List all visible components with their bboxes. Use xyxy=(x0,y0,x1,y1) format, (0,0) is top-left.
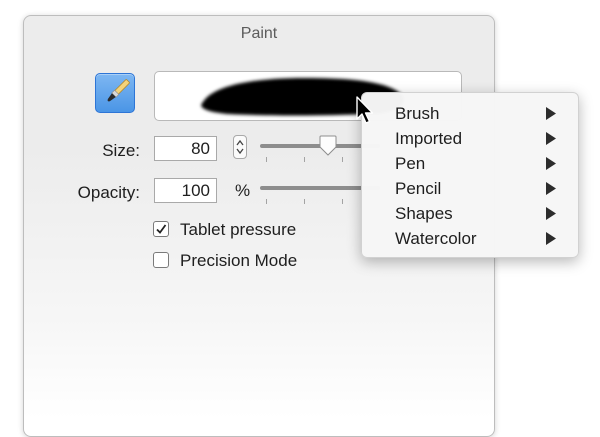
opacity-field[interactable]: 100 xyxy=(154,178,217,203)
menu-item-pencil[interactable]: Pencil xyxy=(362,176,578,201)
tablet-pressure-checkbox[interactable] xyxy=(153,221,169,237)
triangle-right-icon xyxy=(546,207,556,220)
precision-mode-label: Precision Mode xyxy=(180,251,298,270)
tablet-pressure-label: Tablet pressure xyxy=(180,220,297,239)
size-slider-thumb[interactable] xyxy=(318,135,338,157)
triangle-right-icon xyxy=(546,182,556,195)
mouse-cursor-icon xyxy=(356,96,374,124)
opacity-label: Opacity: xyxy=(77,183,140,202)
size-stepper[interactable] xyxy=(233,135,247,159)
checkmark-icon xyxy=(156,224,167,234)
panel-title: Paint xyxy=(240,25,278,42)
triangle-right-icon xyxy=(546,157,556,170)
brush-tool-button[interactable] xyxy=(95,73,135,113)
size-field[interactable]: 80 xyxy=(154,136,217,161)
triangle-right-icon xyxy=(546,107,556,120)
triangle-right-icon xyxy=(546,132,556,145)
paintbrush-icon xyxy=(107,79,130,102)
menu-item-imported[interactable]: Imported xyxy=(362,126,578,151)
size-label: Size: xyxy=(102,141,140,160)
menu-item-pen[interactable]: Pen xyxy=(362,151,578,176)
brush-category-menu: Brush Imported Pen Pencil Shapes Waterco… xyxy=(361,92,579,258)
precision-mode-checkbox[interactable] xyxy=(153,252,169,268)
stepper-arrows-icon xyxy=(236,139,244,155)
menu-item-watercolor[interactable]: Watercolor xyxy=(362,226,578,251)
menu-item-shapes[interactable]: Shapes xyxy=(362,201,578,226)
triangle-right-icon xyxy=(546,232,556,245)
menu-item-brush[interactable]: Brush xyxy=(362,101,578,126)
opacity-unit: % xyxy=(235,181,251,200)
